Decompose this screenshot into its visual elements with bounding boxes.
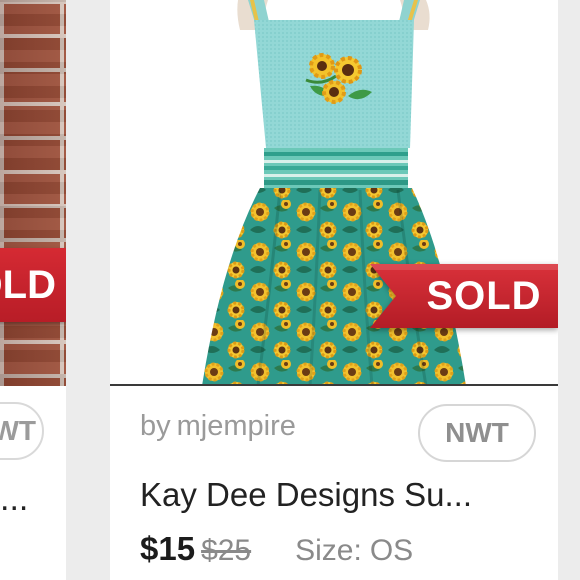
seller-prefix: by [140,410,171,442]
original-price: $25 [201,534,252,567]
size-value: OS [369,534,414,567]
current-price: $15 [140,530,196,567]
size-label: Size: [295,534,362,567]
listing-photo[interactable]: SOLD [110,0,558,386]
listing-title[interactable]: Kay Dee Designs Su... [140,476,552,514]
sold-banner: SOLD [0,248,66,322]
seller-line[interactable]: by mjempire [140,410,296,443]
price-row: $15 $25 Size: OS [140,530,413,574]
condition-badge: NWT [418,404,536,462]
apron-product-image [202,0,466,384]
listing-title[interactable]: ... [0,480,28,519]
seller-username[interactable]: mjempire [177,410,296,442]
listing-card[interactable]: SOLD by mjempire NWT Kay Dee Designs Su..… [110,0,558,580]
sold-banner: SOLD [370,264,558,328]
condition-badge: NWT [0,402,44,460]
sold-label: SOLD [426,273,542,318]
brick-wall-texture [0,0,66,386]
previous-listing-card[interactable]: SOLD NWT ... [0,0,66,580]
